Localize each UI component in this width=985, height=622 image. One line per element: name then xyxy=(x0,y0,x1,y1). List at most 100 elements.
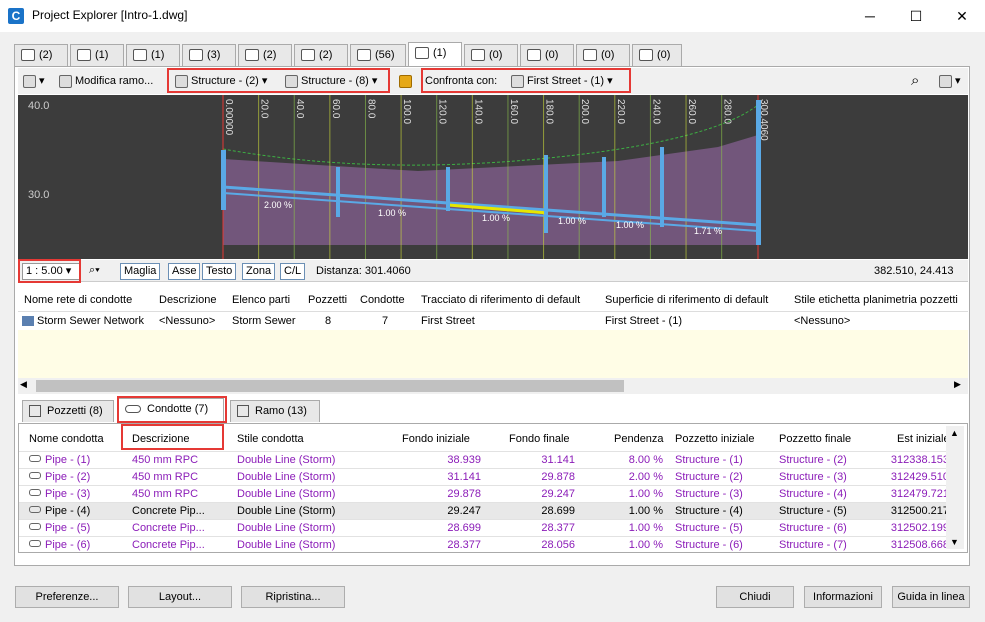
col-pipe-style[interactable]: Stile condotta xyxy=(237,433,304,445)
table-cell: Double Line (Storm) xyxy=(237,488,336,500)
axis-toggle[interactable]: Asse xyxy=(168,263,201,280)
app-icon: C xyxy=(8,8,24,24)
col-pipe-description[interactable]: Descrizione xyxy=(132,433,189,445)
col-network-name[interactable]: Nome rete di condotte xyxy=(24,294,132,306)
table-cell: 1.00 % xyxy=(628,488,663,500)
table-row[interactable]: Pipe - (6) Concrete Pip... Double Line (St… xyxy=(19,536,950,553)
col-structure-label-style[interactable]: Stile etichetta planimetria pozzetti xyxy=(794,294,958,306)
restore-button[interactable]: Ripristina... xyxy=(241,586,345,608)
edit-branch-button[interactable]: Modifica ramo... xyxy=(56,71,164,91)
zoom-icon[interactable]: ⌕▾ xyxy=(86,263,112,280)
profile-toolbar: 1 : 5.00 ▾ ⌕▾ Maglia Asse Testo Zona C/L… xyxy=(18,260,968,282)
profile-view[interactable]: 40.0 30.0 0.00000 20.0 40.0 60.0 80.0 100.0 12… xyxy=(18,95,968,259)
vertical-scrollbar[interactable] xyxy=(946,426,964,549)
col-slope[interactable]: Pendenza xyxy=(614,433,664,445)
col-pipes[interactable]: Condotte xyxy=(360,294,405,306)
scroll-left-icon[interactable]: ◀ xyxy=(20,379,27,390)
table-row[interactable]: Pipe - (3) 450 mm RPC Double Line (Storm) 2… xyxy=(19,485,950,502)
col-end-invert[interactable]: Fondo finale xyxy=(509,433,570,445)
tab-branch[interactable]: Ramo (13) xyxy=(230,400,320,422)
col-end-structure[interactable]: Pozzetto finale xyxy=(779,433,851,445)
tab-featurelines[interactable]: (2) xyxy=(294,44,348,66)
col-description[interactable]: Descrizione xyxy=(159,294,216,306)
table-cell: Structure - (2) xyxy=(675,471,743,483)
table-cell: 450 mm RPC xyxy=(132,454,199,466)
zone-toggle[interactable]: Zona xyxy=(242,263,276,280)
close-window-button[interactable]: ✕ xyxy=(939,0,985,32)
tab-corridors[interactable]: (1) xyxy=(70,44,124,66)
unlock-icon xyxy=(399,74,412,88)
table-cell: 312500.217 xyxy=(890,505,949,517)
col-start-invert[interactable]: Fondo iniziale xyxy=(402,433,470,445)
table-row[interactable]: Pipe - (5) Concrete Pip... Double Line (St… xyxy=(19,519,950,536)
info-button[interactable]: Informazioni xyxy=(804,586,882,608)
table-row[interactable]: Pipe - (2) 450 mm RPC Double Line (Storm) 3… xyxy=(19,468,950,485)
help-button[interactable]: Guida in linea xyxy=(892,586,970,608)
col-ref-surface[interactable]: Superficie di riferimento di default xyxy=(605,294,768,306)
scroll-up-icon[interactable]: ▲ xyxy=(950,428,959,438)
tab-alignments[interactable]: (2) xyxy=(14,44,68,66)
preferences-button[interactable]: Preferenze... xyxy=(15,586,119,608)
scroll-down-icon[interactable]: ▼ xyxy=(950,537,959,547)
maximize-button[interactable]: ☐ xyxy=(893,0,939,32)
table-cell: 8.00 % xyxy=(628,454,663,466)
pipes-grid: Nome condotta Descrizione Stile condotta… xyxy=(18,423,968,553)
station-label: 80.0 xyxy=(365,99,376,119)
minimize-button[interactable]: ─ xyxy=(847,0,893,32)
tab-structures[interactable]: Pozzetti (8) xyxy=(22,400,114,422)
pressure-network-icon xyxy=(471,49,485,62)
col-start-easting[interactable]: Est iniziale xyxy=(897,433,950,445)
coordinate-readout: 382.510, 24.413 xyxy=(874,265,954,277)
station-label: 40.0 xyxy=(294,99,305,119)
view-menu-button[interactable]: ▾ xyxy=(936,71,964,91)
table-row[interactable]: Pipe - (4) Concrete Pip... Double Line (St… xyxy=(19,502,950,519)
structure-mark xyxy=(336,167,340,217)
table-cell: Structure - (6) xyxy=(675,539,743,551)
table-cell: Structure - (2) xyxy=(779,454,847,466)
mesh-toggle[interactable]: Maglia xyxy=(120,263,161,280)
assembly-icon xyxy=(357,49,371,62)
tab-points[interactable]: (0) xyxy=(576,44,630,66)
search-icon[interactable]: ⌕ xyxy=(908,71,928,91)
tab-pipe-networks[interactable]: (1) xyxy=(408,42,462,66)
tab-surfaces[interactable]: (1) xyxy=(126,44,180,66)
tab-pipes[interactable]: Condotte (7) xyxy=(118,398,224,422)
horizontal-scroll-thumb[interactable] xyxy=(36,380,624,392)
scroll-right-icon[interactable]: ▶ xyxy=(954,379,961,390)
structure-start-dropdown[interactable]: Structure - (2) ▾ xyxy=(172,71,278,91)
structure-end-dropdown[interactable]: Structure - (8) ▾ xyxy=(282,71,390,91)
table-cell: Double Line (Storm) xyxy=(237,471,336,483)
network-menu-button[interactable]: ▾ xyxy=(20,71,50,91)
structure-mark xyxy=(221,150,226,210)
table-cell: Structure - (6) xyxy=(779,522,847,534)
network-row[interactable]: Storm Sewer Network <Nessuno> Storm Sewe… xyxy=(18,312,968,330)
pipe-icon xyxy=(29,540,41,547)
col-structures[interactable]: Pozzetti xyxy=(308,294,347,306)
slope-label: 2.00 % xyxy=(264,200,292,210)
tab-views[interactable]: (0) xyxy=(632,44,682,66)
tab-parcels[interactable]: (2) xyxy=(238,44,292,66)
tab-assemblies[interactable]: (56) xyxy=(350,44,406,66)
text-toggle[interactable]: Testo xyxy=(202,263,237,280)
layout-button[interactable]: Layout... xyxy=(128,586,232,608)
table-row[interactable]: Pipe - (1) 450 mm RPC Double Line (Storm) 3… xyxy=(19,451,950,468)
tab-sample-lines[interactable]: (3) xyxy=(182,44,236,66)
col-pipe-name[interactable]: Nome condotta xyxy=(29,433,104,445)
scale-dropdown[interactable]: 1 : 5.00 ▾ xyxy=(22,263,80,280)
col-start-structure[interactable]: Pozzetto iniziale xyxy=(675,433,755,445)
station-label: 160.0 xyxy=(508,99,519,124)
col-parts-list[interactable]: Elenco parti xyxy=(232,294,290,306)
table-cell: 1.00 % xyxy=(628,539,663,551)
table-cell: Structure - (3) xyxy=(779,471,847,483)
slope-label: 1.00 % xyxy=(482,213,510,223)
compare-dropdown[interactable]: First Street - (1) ▾ xyxy=(508,71,628,91)
table-cell: Double Line (Storm) xyxy=(237,505,336,517)
tab-pressure-networks[interactable]: (0) xyxy=(464,44,518,66)
cl-toggle[interactable]: C/L xyxy=(280,263,306,280)
tab-grading[interactable]: (0) xyxy=(520,44,574,66)
unlock-button[interactable] xyxy=(396,71,416,91)
alignment-icon xyxy=(21,49,35,62)
close-button[interactable]: Chiudi xyxy=(716,586,794,608)
col-ref-alignment[interactable]: Tracciato di riferimento di default xyxy=(421,294,580,306)
table-cell: Double Line (Storm) xyxy=(237,539,336,551)
